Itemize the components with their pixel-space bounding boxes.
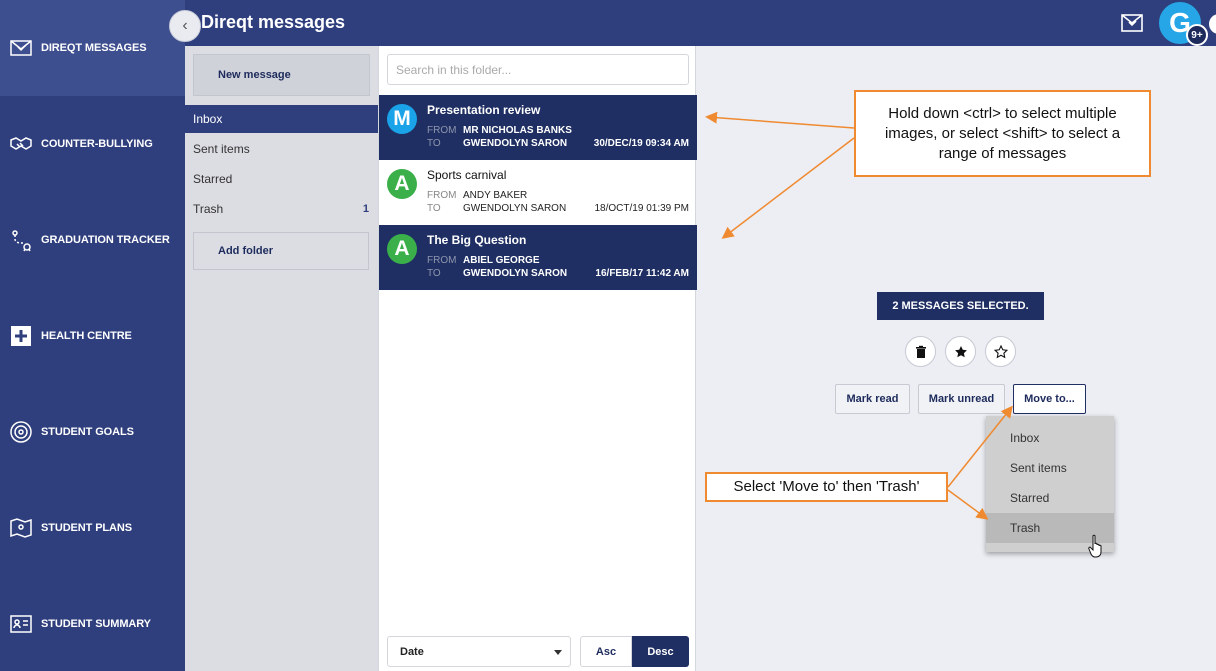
- message-list: M Presentation review FROM MR NICHOLAS B…: [378, 46, 697, 671]
- move-option-inbox[interactable]: Inbox: [986, 423, 1114, 453]
- medical-cross-icon: [8, 323, 34, 349]
- star-button[interactable]: [945, 336, 976, 367]
- from-value: ABIEL GEORGE: [463, 255, 540, 266]
- notification-badge[interactable]: 9+: [1186, 24, 1208, 46]
- sender-avatar: A: [387, 169, 417, 199]
- message-subject: The Big Question: [427, 233, 527, 247]
- message-date: 16/FEB/17 11:42 AM: [595, 268, 689, 279]
- message-row[interactable]: A The Big Question FROM ABIEL GEORGE TO …: [379, 225, 697, 290]
- folder-panel: New message Inbox Sent items Starred Tra…: [185, 46, 378, 671]
- nav-item-graduation-tracker[interactable]: GRADUATION TRACKER: [0, 192, 185, 288]
- multi-select-callout: Hold down <ctrl> to select multiple imag…: [854, 90, 1151, 177]
- selection-banner: 2 MESSAGES SELECTED.: [877, 292, 1044, 320]
- to-value: GWENDOLYN SARON: [463, 203, 567, 214]
- target-icon: [8, 419, 34, 445]
- nav-label: STUDENT PLANS: [41, 522, 132, 534]
- to-label: TO: [427, 138, 441, 149]
- to-value: GWENDOLYN SARON: [463, 268, 568, 279]
- sort-field-value: Date: [400, 645, 424, 658]
- arrow-to-trash-option: [947, 489, 989, 520]
- from-line: FROM MR NICHOLAS BANKS: [427, 125, 572, 136]
- to-line: TO GWENDOLYN SARON: [427, 268, 567, 279]
- arrow-to-first-message: [705, 111, 855, 129]
- from-value: ANDY BAKER: [463, 190, 528, 201]
- to-line: TO GWENDOLYN SARON: [427, 203, 566, 214]
- from-value: MR NICHOLAS BANKS: [463, 125, 572, 136]
- sort-asc-button[interactable]: Asc: [580, 636, 632, 667]
- nav-label: HEALTH CENTRE: [41, 330, 132, 342]
- map-icon: [8, 515, 34, 541]
- message-row[interactable]: A Sports carnival FROM ANDY BAKER TO GWE…: [379, 160, 697, 225]
- from-line: FROM ABIEL GEORGE: [427, 255, 540, 266]
- caret-down-icon: [554, 650, 562, 655]
- sort-desc-button[interactable]: Desc: [632, 636, 689, 667]
- folder-label: Sent items: [193, 142, 250, 156]
- collapse-nav-button[interactable]: ‹: [169, 10, 201, 42]
- to-label: TO: [427, 203, 441, 214]
- nav-label: COUNTER-BULLYING: [41, 138, 153, 150]
- id-card-icon: [8, 611, 34, 637]
- unstar-button[interactable]: [985, 336, 1016, 367]
- message-date: 30/DEC/19 09:34 AM: [593, 138, 689, 149]
- page-title: Direqt messages: [201, 12, 346, 32]
- folder-count: 1: [362, 203, 369, 215]
- from-line: FROM ANDY BAKER: [427, 190, 527, 201]
- app-root: DIREQT MESSAGES COUNTER-BULLYING GRADUAT…: [0, 0, 1216, 671]
- from-label: FROM: [427, 190, 457, 201]
- folder-trash[interactable]: Trash 1: [185, 195, 378, 223]
- nav-item-health-centre[interactable]: HEALTH CENTRE: [0, 288, 185, 384]
- hand-cursor-icon: [1088, 534, 1102, 558]
- mail-icon: [8, 35, 34, 61]
- to-line: TO GWENDOLYN SARON: [427, 138, 567, 149]
- nav-item-counter-bullying[interactable]: COUNTER-BULLYING: [0, 96, 185, 192]
- nav-label: DIREQT MESSAGES: [41, 42, 147, 54]
- tracker-icon: [8, 227, 34, 253]
- new-message-button[interactable]: New message: [193, 54, 370, 96]
- folder-starred[interactable]: Starred: [185, 165, 378, 193]
- nav-label: STUDENT SUMMARY: [41, 618, 151, 630]
- folder-label: Starred: [193, 172, 233, 186]
- nav-item-student-plans[interactable]: STUDENT PLANS: [0, 480, 185, 576]
- trash-icon: [915, 345, 926, 358]
- search-input[interactable]: [387, 54, 689, 85]
- sort-bar: Date Asc Desc: [387, 636, 689, 668]
- sort-field-select[interactable]: Date: [387, 636, 571, 667]
- message-subject: Presentation review: [427, 103, 541, 117]
- to-value: GWENDOLYN SARON: [463, 138, 568, 149]
- folder-inbox[interactable]: Inbox: [185, 105, 378, 133]
- from-label: FROM: [427, 255, 457, 266]
- mail-icon[interactable]: [1120, 12, 1144, 34]
- move-to-dropdown: Inbox Sent items Starred Trash: [986, 416, 1114, 552]
- from-label: FROM: [427, 125, 457, 136]
- nav-item-student-summary[interactable]: STUDENT SUMMARY: [0, 576, 185, 671]
- folder-sent-items[interactable]: Sent items: [185, 135, 378, 163]
- chevron-left-icon: ‹: [182, 17, 188, 34]
- nav-item-student-goals[interactable]: STUDENT GOALS: [0, 384, 185, 480]
- nav-item-direqt-messages[interactable]: DIREQT MESSAGES: [0, 0, 185, 96]
- arrow-to-third-message: [721, 137, 855, 239]
- star-filled-icon: [954, 345, 967, 357]
- message-row[interactable]: M Presentation review FROM MR NICHOLAS B…: [379, 95, 697, 160]
- mark-unread-button[interactable]: Mark unread: [918, 384, 1005, 414]
- message-subject: Sports carnival: [427, 168, 507, 182]
- move-to-button[interactable]: Move to...: [1013, 384, 1086, 414]
- mark-read-button[interactable]: Mark read: [835, 384, 910, 414]
- star-outline-icon: [993, 344, 1008, 358]
- handshake-icon: [8, 131, 34, 157]
- move-option-sent-items[interactable]: Sent items: [986, 453, 1114, 483]
- left-nav: DIREQT MESSAGES COUNTER-BULLYING GRADUAT…: [0, 0, 185, 671]
- move-to-trash-callout: Select 'Move to' then 'Trash': [705, 472, 948, 502]
- to-label: TO: [427, 268, 441, 279]
- add-folder-button[interactable]: Add folder: [193, 232, 369, 270]
- sender-avatar: A: [387, 234, 417, 264]
- delete-button[interactable]: [905, 336, 936, 367]
- folder-label: Trash: [193, 202, 224, 216]
- move-option-starred[interactable]: Starred: [986, 483, 1114, 513]
- nav-label: STUDENT GOALS: [41, 426, 134, 438]
- sender-avatar: M: [387, 104, 417, 134]
- folder-label: Inbox: [193, 112, 223, 126]
- message-date: 18/OCT/19 01:39 PM: [594, 203, 690, 214]
- nav-label: GRADUATION TRACKER: [41, 234, 170, 246]
